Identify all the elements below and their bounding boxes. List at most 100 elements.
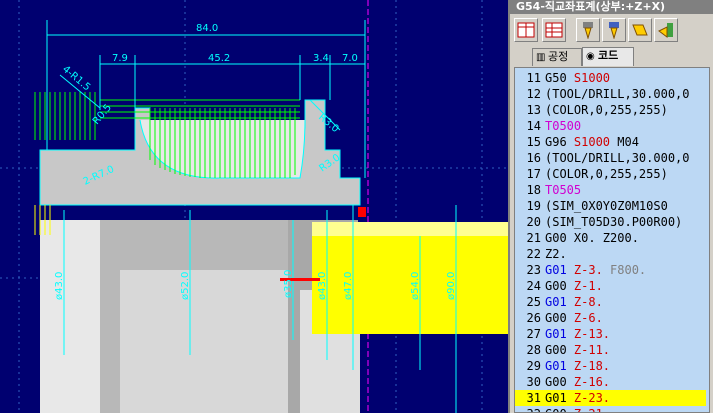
code-line[interactable]: 11 G50 S1000 — [515, 70, 709, 86]
part-face — [120, 270, 290, 413]
code-line[interactable]: 15 G96 S1000 M04 — [515, 134, 709, 150]
line-number: 13 — [526, 103, 541, 117]
line-number: 20 — [526, 215, 541, 229]
tool-yellow-button[interactable] — [576, 18, 600, 42]
line-number: 25 — [526, 295, 541, 309]
line-number: 19 — [526, 199, 541, 213]
code-token: Z-21. — [567, 407, 610, 412]
code-line[interactable]: 31 G01 Z-23. — [515, 390, 709, 406]
code-token: Z-1. — [566, 279, 603, 293]
code-token: G01 — [545, 359, 567, 373]
code-line[interactable]: 24 G00 Z-1. — [515, 278, 709, 294]
dim-dia35: ø35.0 — [283, 270, 294, 298]
code-line[interactable]: 19 (SIM_0X0Y0Z0M10S0 — [515, 198, 709, 214]
part-highlight — [40, 220, 100, 413]
dim-34: 3.4 — [313, 53, 329, 64]
code-token: G00 — [545, 343, 567, 357]
split-view-icon — [517, 22, 535, 38]
line-number: 26 — [526, 311, 541, 325]
nc-code-listing[interactable]: 11 G50 S1000 12 (TOOL/DRILL,30.000,0 13 (COLO… — [514, 67, 710, 413]
line-number: 31 — [526, 391, 541, 405]
table-view-button[interactable] — [542, 18, 566, 42]
split-view-button[interactable] — [514, 18, 538, 42]
code-token: G00 — [545, 311, 567, 325]
tab-process-label: 공정 — [548, 50, 569, 63]
code-token: Z-18. — [566, 359, 611, 373]
code-token: (SIM_0X0Y0Z0M10S0 — [545, 199, 668, 213]
dim-79: 7.9 — [112, 53, 128, 64]
dim-dia52: ø52.0 — [180, 272, 191, 300]
dim-452: 45.2 — [208, 53, 230, 64]
cad-viewport[interactable]: 84.0 7.9 45.2 3.4 7.0 4-R1.5 2-R7.0 R3.0… — [0, 0, 508, 413]
line-number: 32 — [515, 406, 545, 412]
code-token: G01 — [545, 263, 567, 277]
tool-holder-button[interactable] — [654, 18, 678, 42]
process-icon: ▥ — [536, 52, 546, 63]
line-number: 24 — [526, 279, 541, 293]
tool-insert-button[interactable] — [628, 18, 652, 42]
line-number: 27 — [526, 327, 541, 341]
line-number: 14 — [526, 119, 541, 133]
tool-insert-icon — [632, 24, 648, 36]
dim-dia43: ø43.0 — [54, 272, 65, 300]
code-line[interactable]: 13 (COLOR,0,255,255) — [515, 102, 709, 118]
dim-dia47: ø47.0 — [343, 272, 354, 300]
tab-process[interactable]: ▥ 공정 — [532, 48, 582, 66]
code-line[interactable]: 32G00 Z-21. — [515, 406, 709, 412]
code-line[interactable]: 14 T0500 — [515, 118, 709, 134]
code-line[interactable]: 29 G01 Z-18. — [515, 358, 709, 374]
code-line[interactable]: 23 G01 Z-3. F800. — [515, 262, 709, 278]
toolbar — [514, 18, 713, 44]
line-number: 11 — [526, 71, 541, 85]
code-line[interactable]: 18 T0505 — [515, 182, 709, 198]
code-line[interactable]: 26 G00 Z-6. — [515, 310, 709, 326]
code-token: S1000 — [573, 135, 611, 149]
code-line[interactable]: 28 G00 Z-11. — [515, 342, 709, 358]
code-line[interactable]: 22 Z2. — [515, 246, 709, 262]
code-token: Z-6. — [566, 311, 603, 325]
line-number: 29 — [526, 359, 541, 373]
code-token: G00 — [545, 407, 567, 412]
code-token: M04 — [610, 135, 639, 149]
code-token: (SIM_T05D30.P00R00) — [545, 215, 683, 229]
tool-holder-icon — [658, 23, 673, 38]
code-token: (COLOR,0,255,255) — [545, 167, 668, 181]
line-number: 18 — [526, 183, 541, 197]
code-token: Z-23. — [566, 391, 611, 405]
dim-dia43b: ø43.0 — [317, 272, 328, 300]
line-number: 16 — [526, 151, 541, 165]
scrollbar[interactable] — [706, 68, 709, 412]
code-token: G50 — [545, 71, 574, 85]
code-line[interactable]: 30 G00 Z-16. — [515, 374, 709, 390]
code-line[interactable]: 12 (TOOL/DRILL,30.000,0 — [515, 86, 709, 102]
line-number: 28 — [526, 343, 541, 357]
code-token: Z-8. — [566, 295, 603, 309]
code-token: T0505 — [545, 183, 582, 197]
code-line[interactable]: 17 (COLOR,0,255,255) — [515, 166, 709, 182]
code-token: (COLOR,0,255,255) — [545, 103, 668, 117]
tool-blue-button[interactable] — [602, 18, 626, 42]
tab-bar: ▥ 공정 ◉ 코드 — [532, 47, 712, 66]
code-line[interactable]: 25 G01 Z-8. — [515, 294, 709, 310]
tab-code-label: 코드 — [598, 49, 619, 62]
panel-title: G54-직교좌표계(상부:+Z+X) — [510, 0, 713, 14]
drawing-canvas: 84.0 7.9 45.2 3.4 7.0 4-R1.5 2-R7.0 R3.0… — [0, 0, 508, 413]
line-number: 15 — [526, 135, 541, 149]
code-line[interactable]: 27 G01 Z-13. — [515, 326, 709, 342]
line-number: 12 — [526, 87, 541, 101]
eye-icon: ◉ — [586, 51, 595, 62]
stock-highlight — [312, 222, 508, 236]
code-token: (TOOL/DRILL,30.000,0 — [545, 151, 690, 165]
code-token: G96 — [545, 135, 574, 149]
line-number: 30 — [526, 375, 541, 389]
code-token: G00 — [545, 279, 567, 293]
code-token: G01 — [545, 391, 567, 405]
code-line[interactable]: 16 (TOOL/DRILL,30.000,0 — [515, 150, 709, 166]
dim-70: 7.0 — [342, 53, 358, 64]
code-token: Z-11. — [566, 343, 611, 357]
tab-code[interactable]: ◉ 코드 — [582, 47, 634, 66]
code-line[interactable]: 20 (SIM_T05D30.P00R00) — [515, 214, 709, 230]
line-number: 22 — [526, 247, 541, 261]
code-token: S1000 — [573, 71, 611, 85]
code-line[interactable]: 21 G00 X0. Z200. — [515, 230, 709, 246]
